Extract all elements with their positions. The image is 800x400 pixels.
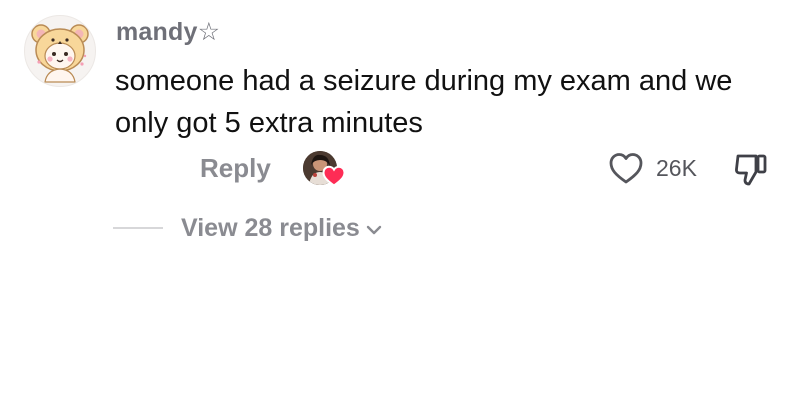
reply-button[interactable]: Reply (200, 150, 271, 186)
view-replies-label: View 28 replies (181, 214, 360, 242)
like-button[interactable]: 26K (608, 148, 697, 188)
thumbs-down-icon[interactable] (732, 150, 770, 188)
liked-by-creator-badge (303, 151, 347, 191)
heart-filled-icon (322, 165, 346, 187)
comment-item: mandy☆ someone had a seizure during my e… (0, 0, 800, 400)
heart-outline-icon[interactable] (608, 151, 644, 185)
view-replies-button[interactable]: View 28 replies (181, 211, 384, 245)
username[interactable]: mandy☆ (116, 16, 220, 48)
replies-row: View 28 replies (113, 210, 384, 246)
bear-hood-avatar-icon (31, 24, 89, 83)
like-count: 26K (656, 155, 697, 181)
divider (113, 227, 163, 229)
chevron-down-icon (366, 225, 382, 235)
avatar[interactable] (24, 15, 96, 87)
comment-text: someone had a seizure during my exam and… (115, 65, 733, 139)
